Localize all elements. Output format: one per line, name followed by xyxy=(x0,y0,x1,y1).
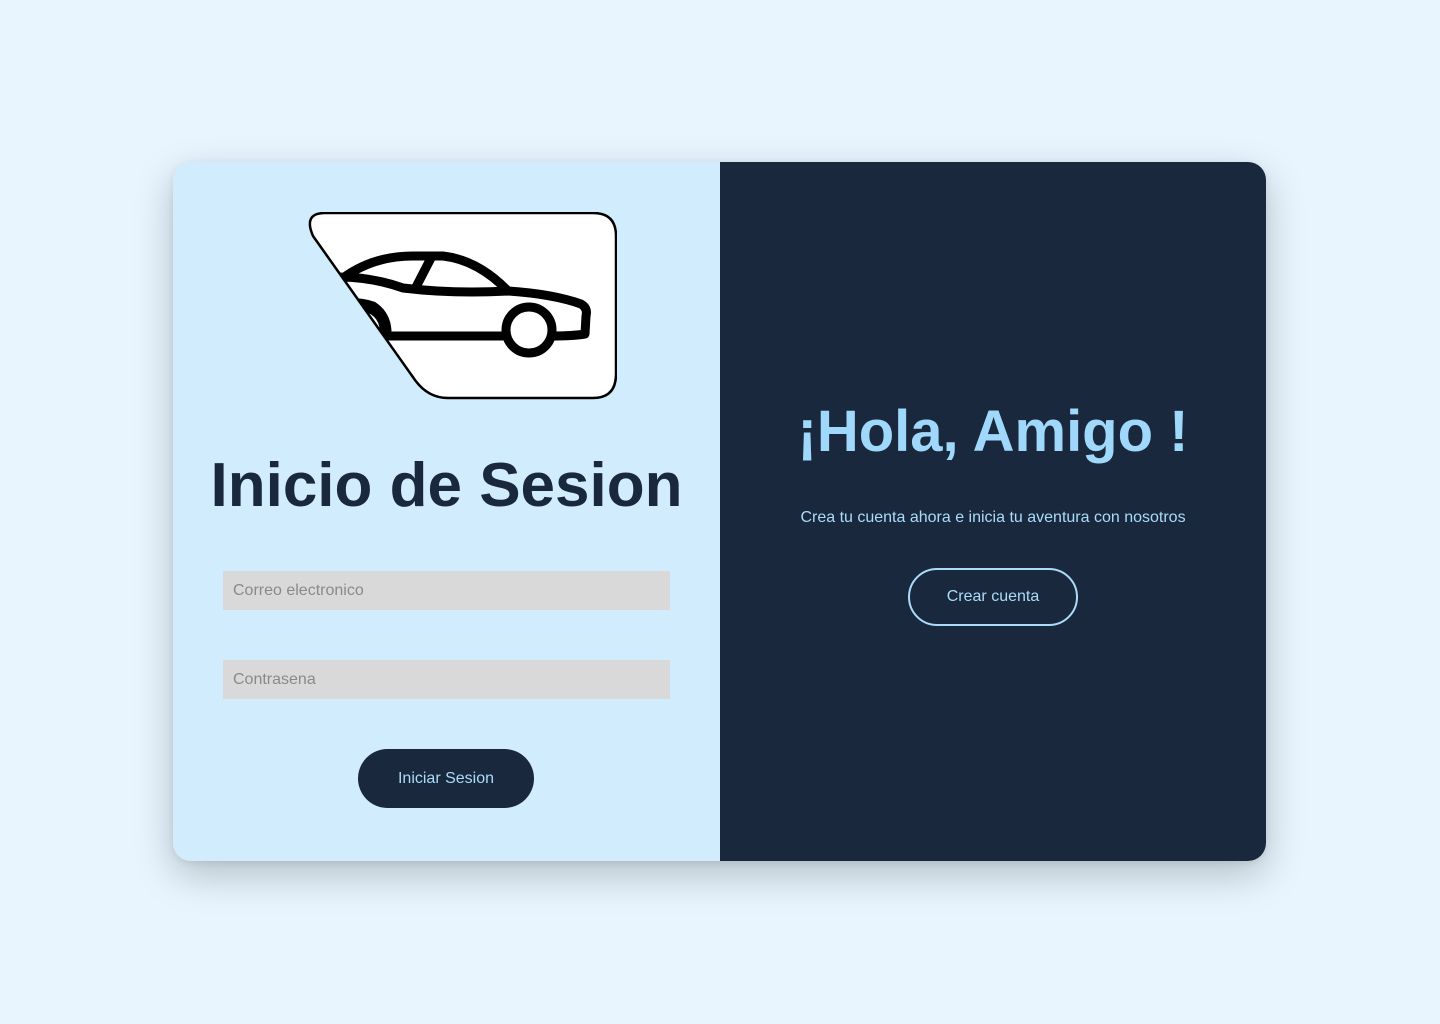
car-icon xyxy=(308,212,617,400)
login-title: Inicio de Sesion xyxy=(210,451,683,520)
welcome-subtitle: Crea tu cuenta ahora e inicia tu aventur… xyxy=(800,509,1186,526)
password-field[interactable] xyxy=(223,660,670,699)
login-card: Inicio de Sesion Iniciar Sesion ¡Hola, A… xyxy=(173,162,1266,861)
register-panel: ¡Hola, Amigo ! Crea tu cuenta ahora e in… xyxy=(720,162,1266,861)
welcome-title: ¡Hola, Amigo ! xyxy=(797,399,1189,464)
create-account-button[interactable]: Crear cuenta xyxy=(908,568,1078,626)
car-logo xyxy=(303,212,617,400)
login-panel: Inicio de Sesion Iniciar Sesion xyxy=(173,162,720,861)
email-field[interactable] xyxy=(223,571,670,610)
login-button[interactable]: Iniciar Sesion xyxy=(358,749,534,808)
